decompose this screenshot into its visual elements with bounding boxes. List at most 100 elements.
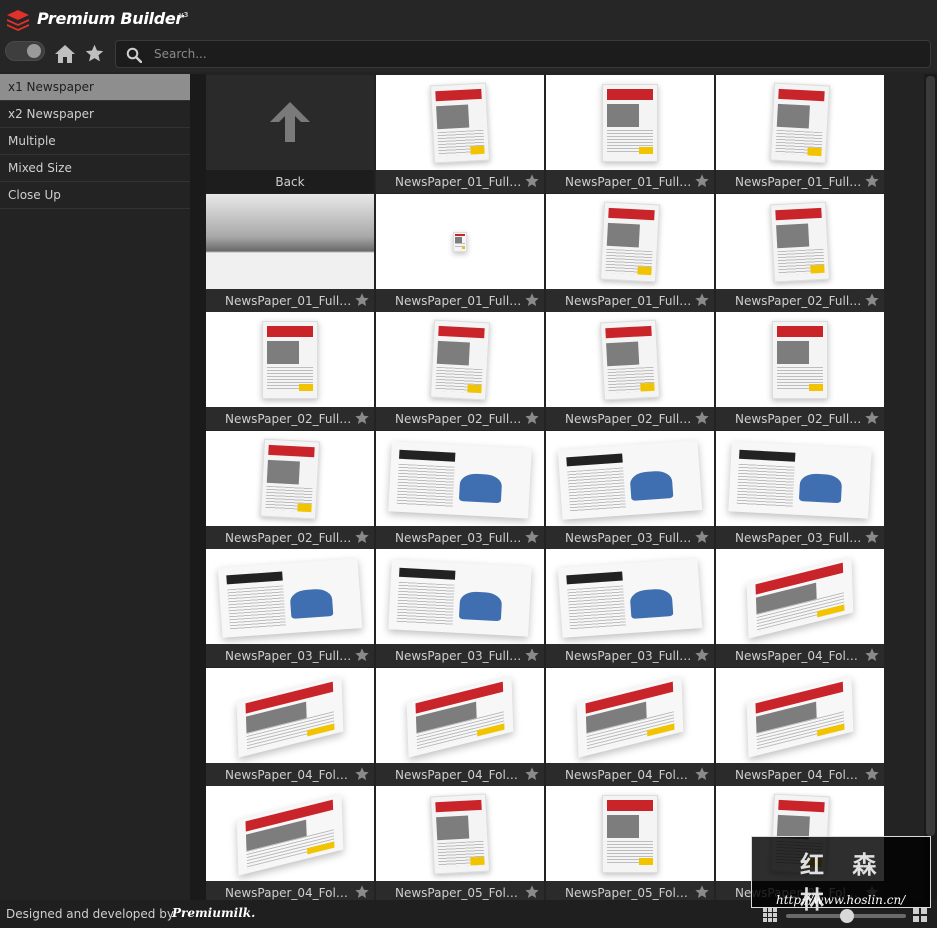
asset-thumbnail [376, 75, 544, 170]
large-grid-icon[interactable] [913, 908, 927, 922]
asset-thumbnail [546, 312, 714, 407]
asset-label: NewsPaper_03_FullP... [565, 531, 693, 545]
star-icon[interactable] [864, 647, 880, 663]
asset-tile[interactable]: NewsPaper_01_FullP... [206, 194, 374, 312]
star-icon[interactable] [524, 647, 540, 663]
star-icon[interactable] [524, 410, 540, 426]
star-icon[interactable] [354, 410, 370, 426]
asset-tile[interactable]: NewsPaper_03_FullP... [206, 549, 374, 667]
asset-thumbnail [716, 549, 884, 644]
star-icon[interactable] [694, 884, 710, 900]
asset-tile[interactable]: NewsPaper_01_FullP... [376, 75, 544, 193]
star-icon[interactable] [84, 43, 105, 64]
asset-label: NewsPaper_04_Folde... [735, 768, 863, 782]
asset-tile[interactable]: NewsPaper_02_FullP... [206, 431, 374, 549]
asset-tile[interactable]: NewsPaper_05_Folde... [546, 786, 714, 900]
star-icon[interactable] [524, 292, 540, 308]
star-icon[interactable] [694, 766, 710, 782]
asset-tile[interactable]: NewsPaper_03_FullP... [376, 431, 544, 549]
thumbnail-size-knob[interactable] [840, 909, 854, 923]
asset-caption: NewsPaper_04_Folde... [546, 763, 714, 786]
asset-tile[interactable]: NewsPaper_02_FullP... [546, 312, 714, 430]
star-icon[interactable] [354, 884, 370, 900]
grid-view-icon[interactable] [763, 908, 777, 922]
star-icon[interactable] [694, 410, 710, 426]
back-thumb [206, 75, 374, 170]
star-icon[interactable] [524, 884, 540, 900]
star-icon[interactable] [354, 292, 370, 308]
star-icon[interactable] [524, 529, 540, 545]
asset-tile[interactable]: NewsPaper_01_FullP... [716, 75, 884, 193]
star-icon[interactable] [864, 529, 880, 545]
asset-tile[interactable]: NewsPaper_02_FullP... [206, 312, 374, 430]
asset-label: NewsPaper_04_Folde... [225, 768, 353, 782]
grid-scrollbar-thumb[interactable] [926, 76, 935, 836]
asset-tile[interactable]: NewsPaper_02_FullP... [716, 194, 884, 312]
asset-tile[interactable]: NewsPaper_03_FullP... [716, 431, 884, 549]
asset-tile[interactable]: NewsPaper_04_Folde... [716, 668, 884, 786]
star-icon[interactable] [354, 647, 370, 663]
asset-tile[interactable]: NewsPaper_04_Folde... [206, 668, 374, 786]
asset-tile[interactable]: NewsPaper_04_Folde... [716, 549, 884, 667]
star-icon[interactable] [864, 173, 880, 189]
arrow-up-icon [270, 102, 310, 142]
home-icon[interactable] [54, 44, 76, 64]
asset-caption: NewsPaper_02_FullP... [716, 407, 884, 430]
asset-label: NewsPaper_01_FullP... [735, 175, 863, 189]
asset-tile[interactable]: NewsPaper_03_FullP... [546, 549, 714, 667]
search-input[interactable] [154, 44, 914, 64]
sidebar-item-close-up[interactable]: Close Up [0, 182, 190, 209]
star-icon[interactable] [694, 647, 710, 663]
star-icon[interactable] [694, 529, 710, 545]
app-brand: Premium Builder [37, 9, 184, 28]
asset-tile[interactable]: NewsPaper_02_FullP... [376, 312, 544, 430]
star-icon[interactable] [354, 766, 370, 782]
newspaper-illustration [262, 320, 318, 399]
asset-caption: NewsPaper_01_FullP... [716, 170, 884, 193]
asset-tile[interactable]: NewsPaper_04_Folde... [376, 668, 544, 786]
asset-thumbnail [546, 668, 714, 763]
newspaper-illustration [769, 201, 831, 282]
asset-tile[interactable]: NewsPaper_01_FullP... [546, 194, 714, 312]
folded-newspaper-illustration [746, 557, 854, 639]
asset-thumbnail [206, 668, 374, 763]
star-icon[interactable] [524, 766, 540, 782]
asset-tile[interactable]: NewsPaper_01_FullP... [376, 194, 544, 312]
sidebar-divider [190, 74, 206, 900]
asset-tile[interactable]: NewsPaper_03_FullP... [376, 549, 544, 667]
sidebar-item-x2-newspaper[interactable]: x2 Newspaper [0, 101, 190, 128]
asset-tile[interactable]: NewsPaper_04_Folde... [546, 668, 714, 786]
app-version: v3 [179, 11, 189, 19]
star-icon[interactable] [864, 410, 880, 426]
asset-caption: NewsPaper_02_FullP... [206, 407, 374, 430]
newspaper-illustration [599, 201, 661, 282]
asset-tile[interactable]: NewsPaper_04_Folde... [206, 786, 374, 900]
star-icon[interactable] [694, 292, 710, 308]
asset-caption: NewsPaper_05_Folde... [546, 881, 714, 900]
asset-label: NewsPaper_01_FullP... [395, 294, 523, 308]
magazine-illustration [388, 441, 532, 519]
back-tile[interactable]: Back [206, 75, 374, 193]
sidebar-item-multiple[interactable]: Multiple [0, 128, 190, 155]
folded-newspaper-illustration [746, 676, 854, 758]
star-icon[interactable] [864, 292, 880, 308]
asset-thumbnail [546, 786, 714, 881]
sidebar-item-x1-newspaper[interactable]: x1 Newspaper [0, 74, 190, 101]
mode-toggle[interactable] [5, 41, 45, 61]
asset-label: NewsPaper_04_Folde... [565, 768, 693, 782]
search-box[interactable] [115, 40, 931, 68]
asset-tile[interactable]: NewsPaper_03_FullP... [546, 431, 714, 549]
stacked-layers-icon [7, 10, 29, 31]
star-icon[interactable] [524, 173, 540, 189]
asset-tile[interactable]: NewsPaper_01_FullP... [546, 75, 714, 193]
asset-label: NewsPaper_02_FullP... [735, 294, 863, 308]
sidebar-item-mixed-size[interactable]: Mixed Size [0, 155, 190, 182]
star-icon[interactable] [354, 529, 370, 545]
watermark-url: http://www.hoslin.cn/ [776, 893, 906, 907]
asset-caption: NewsPaper_04_Folde... [716, 644, 884, 667]
star-icon[interactable] [694, 173, 710, 189]
star-icon[interactable] [864, 766, 880, 782]
asset-tile[interactable]: NewsPaper_05_Folde... [376, 786, 544, 900]
asset-tile[interactable]: NewsPaper_02_FullP... [716, 312, 884, 430]
folded-newspaper-illustration [236, 676, 344, 758]
